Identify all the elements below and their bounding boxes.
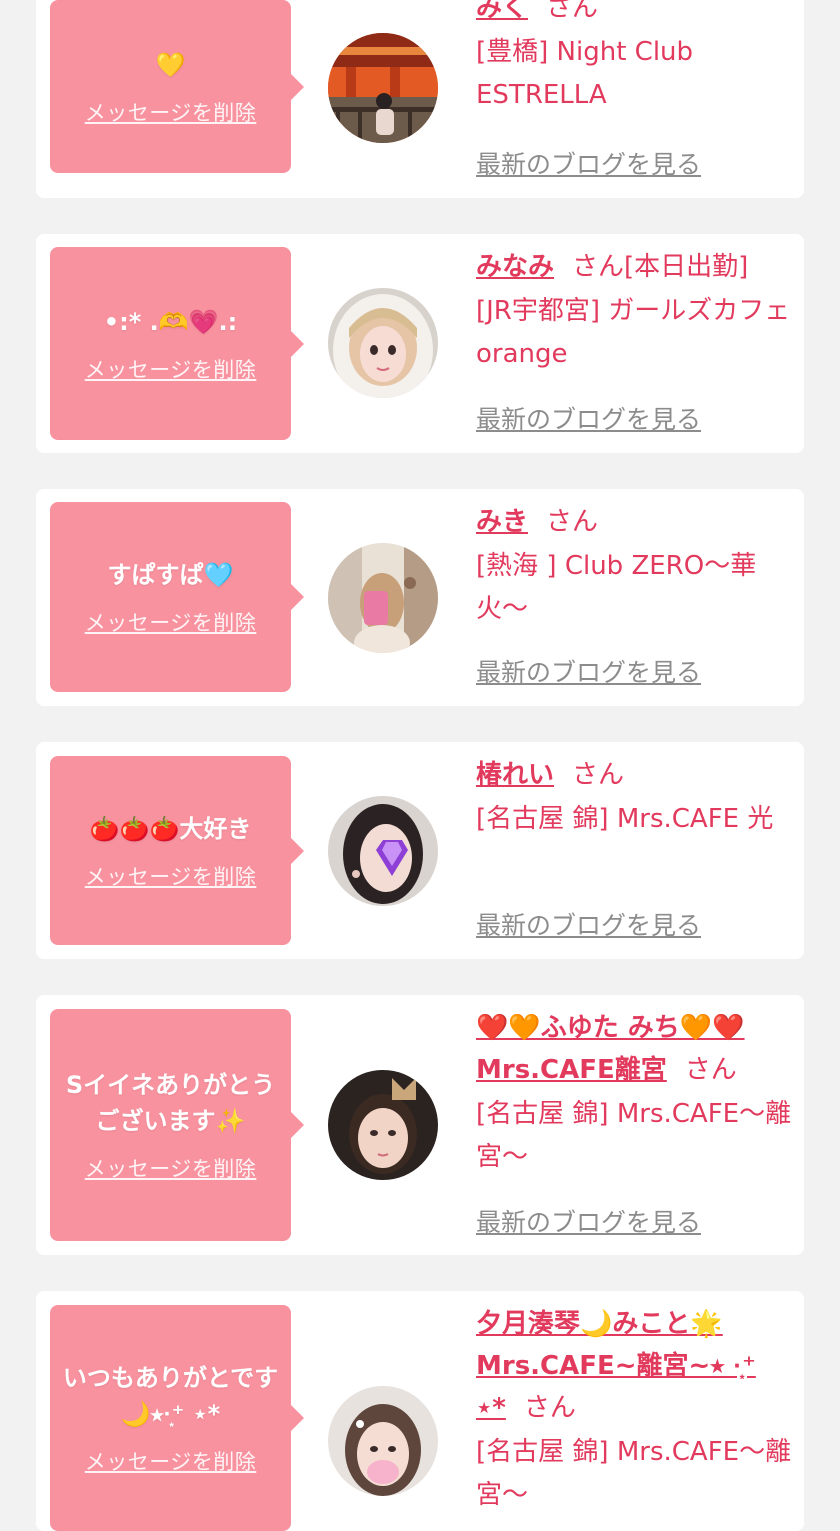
- latest-blog-link[interactable]: 最新のブログを見る: [476, 906, 701, 942]
- member-info: 椿れい さん [名古屋 錦] Mrs.CAFE 光: [476, 754, 794, 841]
- latest-blog-link[interactable]: 最新のブログを見る: [476, 400, 701, 436]
- status-label: [本日出勤]: [624, 252, 749, 282]
- message-text: すぱすぱ🩵: [107, 561, 234, 589]
- favorite-card: 🍅🍅🍅大好き メッセージを削除 椿れい さん [名古屋 錦] Mrs.CAFE 光…: [36, 742, 804, 959]
- store-name: [名古屋 錦] Mrs.CAFE 光: [476, 804, 774, 834]
- avatar[interactable]: [328, 288, 438, 398]
- store-name: [JR宇都宮] ガールズカフェ orange: [476, 296, 791, 369]
- avatar[interactable]: [328, 543, 438, 653]
- san-suffix: さん: [684, 1055, 737, 1085]
- delete-message-link[interactable]: メッセージを削除: [85, 607, 257, 637]
- member-info: みき さん [熱海 ] Club ZERO〜華火〜: [476, 501, 794, 631]
- member-name-link[interactable]: 椿れい: [476, 760, 554, 790]
- member-info: ❤️🧡ふゆた みち🧡❤️ Mrs.CAFE離宮 さん [名古屋 錦] Mrs.CA…: [476, 1007, 794, 1179]
- message-bubble: •:* .🫶💗.: メッセージを削除: [50, 247, 304, 440]
- store-name: [名古屋 錦] Mrs.CAFE〜離宮〜: [476, 1099, 792, 1172]
- name-line: みき さん: [476, 501, 794, 543]
- delete-message-link[interactable]: メッセージを削除: [85, 354, 257, 384]
- san-suffix: さん: [572, 760, 625, 790]
- message-bubble: すぱすぱ🩵 メッセージを削除: [50, 502, 304, 692]
- favorite-card: 💛 メッセージを削除 みく さん [豊橋] Night Club ESTRELLA…: [36, 0, 804, 198]
- store-name: [名古屋 錦] Mrs.CAFE〜離宮〜: [476, 1437, 792, 1510]
- favorite-card: いつもありがとです🌙⭑·͙⁺ ⋆* メッセージを削除 夕月湊琴🌙みこと🌟 Mrs…: [36, 1291, 804, 1531]
- san-suffix: さん: [546, 507, 599, 537]
- member-name-link[interactable]: 夕月湊琴🌙みこと🌟 Mrs.CAFE~離宮~⭑ ·͙⁺ ⋆*: [476, 1309, 756, 1423]
- favorite-card: すぱすぱ🩵 メッセージを削除 みき さん [熱海 ] Club ZERO〜華火〜 …: [36, 489, 804, 706]
- latest-blog-link[interactable]: 最新のブログを見る: [476, 653, 701, 689]
- message-bubble: 💛 メッセージを削除: [50, 0, 304, 173]
- member-name-link[interactable]: みなみ: [476, 252, 554, 282]
- message-bubble: いつもありがとです🌙⭑·͙⁺ ⋆* メッセージを削除: [50, 1305, 304, 1531]
- message-text: 🍅🍅🍅大好き: [89, 814, 252, 843]
- member-info: 夕月湊琴🌙みこと🌟 Mrs.CAFE~離宮~⭑ ·͙⁺ ⋆* さん [名古屋 錦]…: [476, 1303, 794, 1517]
- store-name: [熱海 ] Club ZERO〜華火〜: [476, 551, 757, 624]
- delete-message-link[interactable]: メッセージを削除: [85, 1446, 257, 1476]
- member-info: みく さん [豊橋] Night Club ESTRELLA: [476, 0, 794, 117]
- name-line: みなみ さん[本日出勤]: [476, 246, 794, 288]
- delete-message-link[interactable]: メッセージを削除: [85, 861, 257, 891]
- favorite-card: Sイイネありがとうございます✨ メッセージを削除 ❤️🧡ふゆた みち🧡❤️ Mr…: [36, 995, 804, 1255]
- delete-message-link[interactable]: メッセージを削除: [85, 1153, 257, 1183]
- member-name-link[interactable]: みく: [476, 0, 528, 23]
- message-bubble: Sイイネありがとうございます✨ メッセージを削除: [50, 1009, 304, 1241]
- delete-message-link[interactable]: メッセージを削除: [85, 97, 257, 127]
- san-suffix: さん: [572, 252, 625, 282]
- message-text: いつもありがとです🌙⭑·͙⁺ ⋆*: [62, 1364, 279, 1428]
- name-line: みく さん: [476, 0, 794, 29]
- san-suffix: さん: [546, 0, 599, 23]
- message-text: •:* .🫶💗.:: [103, 307, 238, 336]
- store-name: [豊橋] Night Club ESTRELLA: [476, 37, 694, 110]
- member-info: みなみ さん[本日出勤] [JR宇都宮] ガールズカフェ orange: [476, 246, 794, 376]
- avatar[interactable]: [328, 1070, 438, 1180]
- member-name-link[interactable]: みき: [476, 507, 528, 537]
- avatar[interactable]: [328, 33, 438, 143]
- message-bubble: 🍅🍅🍅大好き メッセージを削除: [50, 756, 304, 945]
- san-suffix: さん: [523, 1393, 576, 1423]
- avatar[interactable]: [328, 1386, 438, 1496]
- name-line: 夕月湊琴🌙みこと🌟 Mrs.CAFE~離宮~⭑ ·͙⁺ ⋆* さん: [476, 1303, 794, 1429]
- name-line: ❤️🧡ふゆた みち🧡❤️ Mrs.CAFE離宮 さん: [476, 1007, 794, 1091]
- message-text: Sイイネありがとうございます✨: [65, 1071, 276, 1135]
- avatar[interactable]: [328, 796, 438, 906]
- favorite-card: •:* .🫶💗.: メッセージを削除 みなみ さん[本日出勤] [JR宇都宮] ガ…: [36, 234, 804, 453]
- name-line: 椿れい さん: [476, 754, 794, 796]
- message-text: 💛: [155, 50, 186, 79]
- latest-blog-link[interactable]: 最新のブログを見る: [476, 1203, 701, 1239]
- latest-blog-link[interactable]: 最新のブログを見る: [476, 145, 701, 181]
